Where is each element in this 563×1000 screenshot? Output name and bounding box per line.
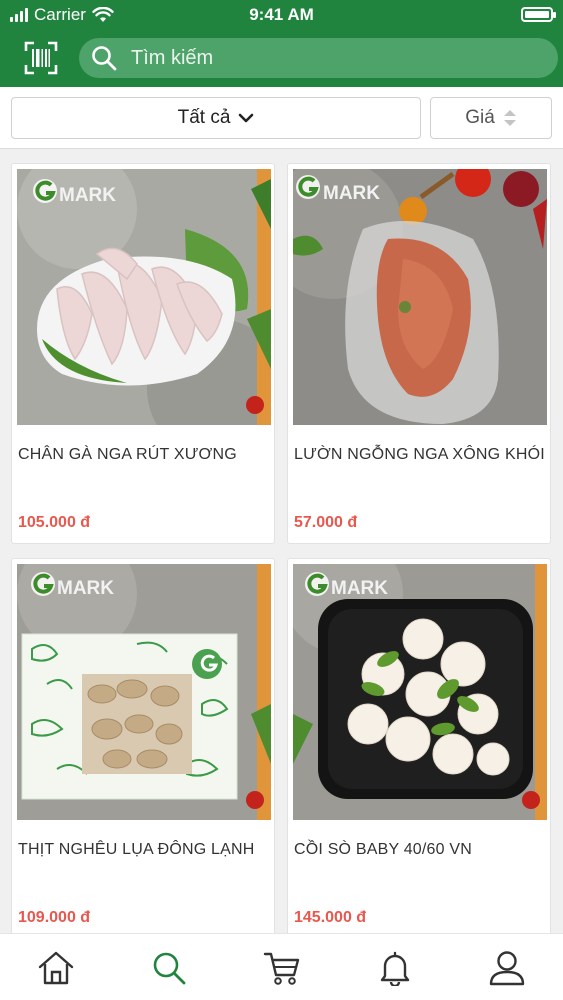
category-filter-button[interactable]: Tất cả [11, 97, 421, 139]
tab-profile[interactable] [487, 948, 527, 988]
frozen-clam-meat-photo: MARK [17, 564, 271, 820]
product-card[interactable]: MARK [287, 558, 551, 933]
product-price: 109.000 đ [18, 909, 91, 926]
user-icon [489, 951, 525, 986]
brand-text: MARK [323, 183, 380, 204]
product-price: 145.000 đ [294, 909, 367, 926]
product-name: THỊT NGHÊU LỤA ĐÔNG LẠNH [18, 841, 255, 858]
chicken-feet-photo: MARK [17, 169, 271, 425]
tab-cart[interactable] [262, 948, 302, 988]
tab-bar [0, 933, 563, 1000]
search-icon [153, 952, 186, 985]
search-bar[interactable] [79, 38, 558, 78]
product-grid: MARK CHÂN GÀ NGA RÚT XƯƠNG 105.000 đ MAR… [0, 150, 563, 933]
tab-search[interactable] [149, 948, 189, 988]
price-sort-label: Giá [465, 107, 495, 128]
product-card[interactable]: MARK [11, 558, 275, 933]
battery-icon [521, 7, 556, 22]
baby-scallop-photo: MARK [293, 564, 547, 820]
status-time: 9:41 AM [249, 5, 314, 24]
home-icon [38, 951, 74, 985]
price-sort-button[interactable]: Giá [430, 97, 552, 139]
bell-icon [380, 951, 410, 986]
search-input[interactable] [131, 46, 511, 70]
filter-bar: Tất cả Giá [0, 87, 563, 149]
sort-icon [503, 110, 516, 126]
battery-fill [525, 11, 549, 18]
product-card[interactable]: MARK CHÂN GÀ NGA RÚT XƯƠNG 105.000 đ [11, 163, 275, 544]
cart-icon [263, 952, 300, 985]
product-name: LƯỜN NGỖNG NGA XÔNG KHÓI [294, 446, 545, 463]
brand-text: MARK [57, 578, 114, 599]
search-icon [92, 46, 117, 71]
barcode-scan-icon [24, 41, 58, 75]
status-bar: Carrier 9:41 AM [0, 0, 563, 30]
tab-notifications[interactable] [375, 948, 415, 988]
category-filter-label: Tất cả [177, 107, 231, 128]
product-price: 105.000 đ [18, 514, 91, 531]
chevron-down-icon [239, 113, 254, 123]
brand-text: MARK [331, 578, 388, 599]
brand-text: MARK [59, 185, 116, 206]
product-price: 57.000 đ [294, 514, 358, 531]
product-name: CHÂN GÀ NGA RÚT XƯƠNG [18, 446, 237, 463]
product-card[interactable]: MARK LƯỜN NGỖNG NGA XÔNG KHÓI 57.000 đ [287, 163, 551, 544]
header [0, 30, 563, 87]
smoked-goose-breast-photo: MARK [293, 169, 547, 425]
product-name: CỒI SÒ BABY 40/60 VN [294, 841, 473, 858]
tab-home[interactable] [36, 948, 76, 988]
barcode-scan-button[interactable] [24, 41, 58, 75]
